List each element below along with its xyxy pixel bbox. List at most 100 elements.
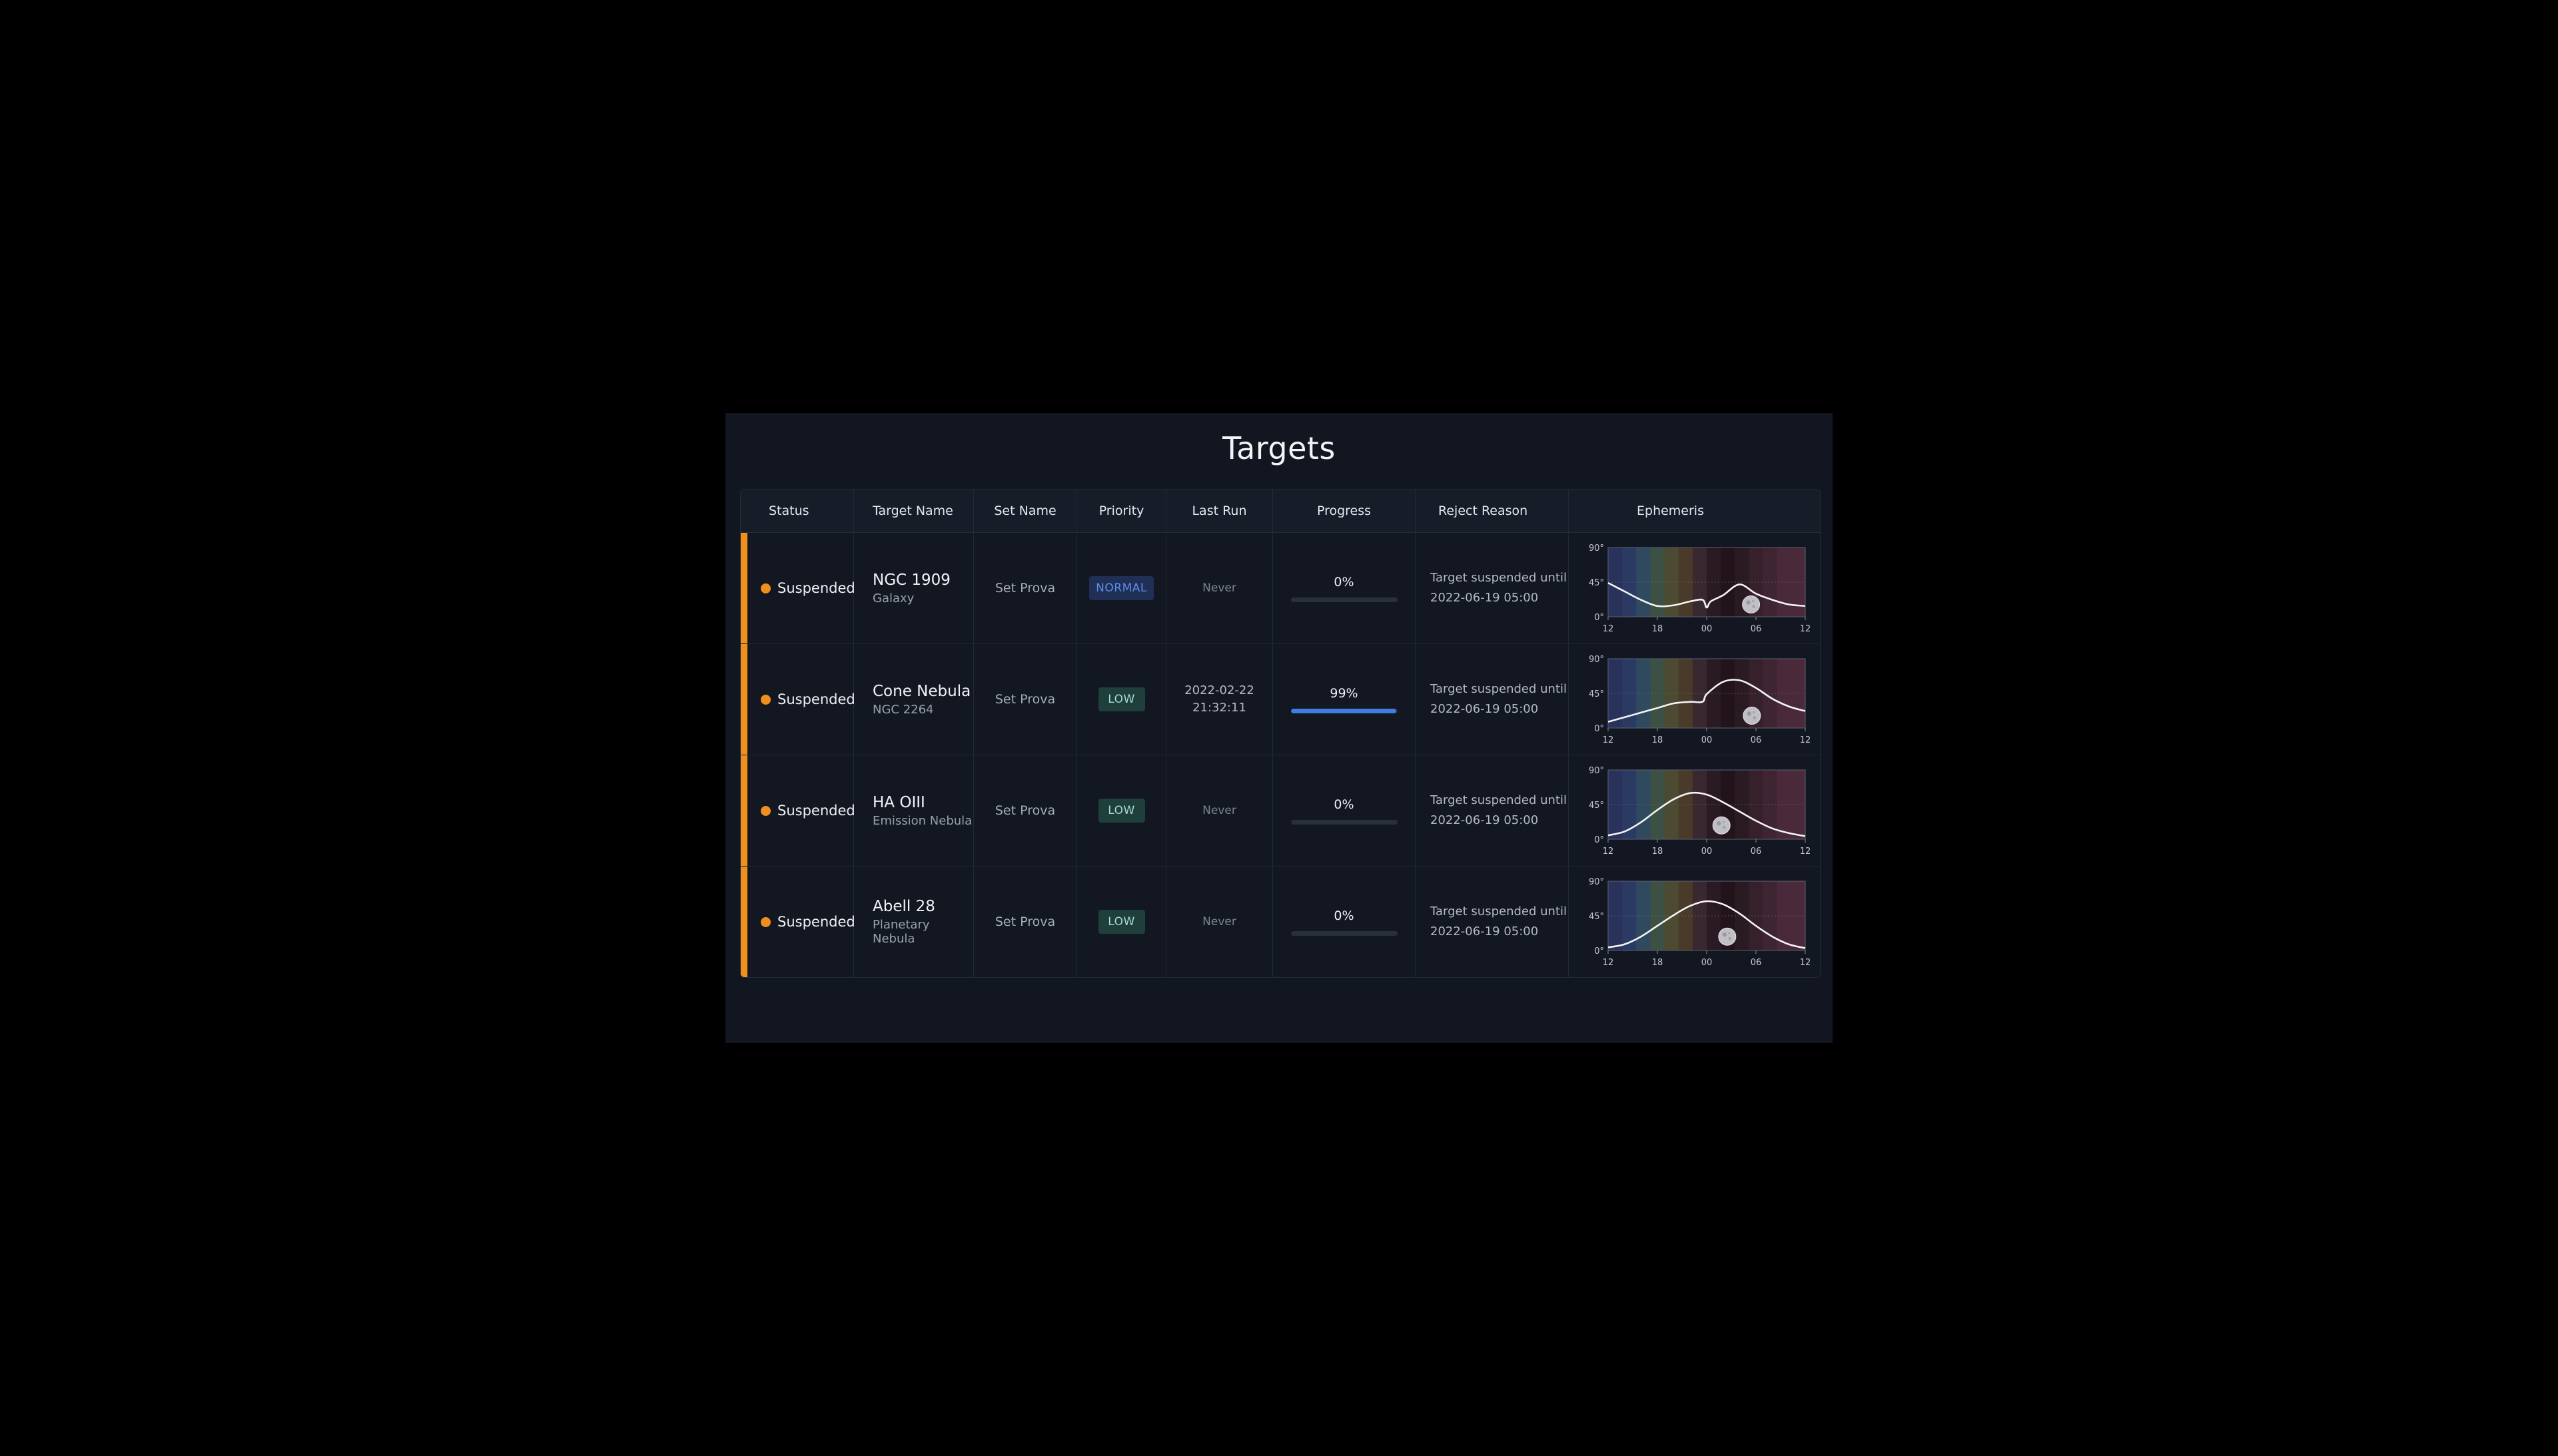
ephemeris-chart[interactable]: 0° 45° 90° 12 18 00 06 12 [1575, 872, 1815, 972]
last-run-line: Never [1202, 581, 1236, 595]
target-type: NGC 2264 [873, 702, 934, 717]
column-header-target-name[interactable]: Target Name [854, 490, 974, 532]
moon-crater [1722, 825, 1726, 829]
reject-reason-line: 2022-06-19 05:00 [1430, 813, 1539, 827]
progress-value: 0% [1334, 574, 1354, 589]
reject-reason: Target suspended until 2022-06-19 05:00 [1430, 791, 1567, 831]
target-type: Emission Nebula [873, 813, 973, 828]
ephemeris-cell: 0° 45° 90° 12 18 00 06 12 [1569, 867, 1820, 977]
priority-badge: LOW [1098, 799, 1145, 823]
last-run-line: 21:32:11 [1192, 701, 1246, 715]
table-header: Status Target Name Set Name Priority Las… [741, 490, 1820, 533]
reject-reason-line: Target suspended until [1430, 905, 1567, 918]
y-tick-label: 0° [1594, 613, 1604, 623]
target-name[interactable]: Abell 28 [873, 898, 973, 915]
status-label: Suspended [777, 691, 855, 707]
sky-band [1748, 770, 1763, 839]
moon-crater [1752, 716, 1756, 719]
progress-bar [1290, 819, 1398, 825]
reject-reason-line: Target suspended until [1430, 682, 1567, 696]
target-name-cell[interactable]: HA OIII Emission Nebula [854, 755, 974, 866]
last-run-cell: 2022-02-22 21:32:11 [1166, 644, 1273, 755]
y-tick-label: 0° [1594, 724, 1604, 734]
column-header-status[interactable]: Status [741, 490, 854, 532]
table-body: Suspended NGC 1909 Galaxy Set Prova NORM… [741, 533, 1820, 977]
target-name[interactable]: HA OIII [873, 794, 972, 811]
table-row[interactable]: Suspended HA OIII Emission Nebula Set Pr… [741, 755, 1820, 867]
priority-cell: LOW [1077, 644, 1166, 755]
reject-reason-line: 2022-06-19 05:00 [1430, 591, 1539, 605]
progress-bar-fill [1290, 708, 1396, 713]
ephemeris-chart[interactable]: 0° 45° 90° 12 18 00 06 12 [1575, 538, 1815, 638]
x-tick-label: 12 [1799, 958, 1811, 968]
x-tick-label: 06 [1750, 847, 1761, 857]
status-label: Suspended [777, 914, 855, 930]
status-label: Suspended [777, 803, 855, 819]
set-name-cell: Set Prova [974, 533, 1077, 643]
last-run-cell: Never [1166, 867, 1273, 977]
column-header-reject-reason[interactable]: Reject Reason [1416, 490, 1569, 532]
status-accent-bar [741, 867, 747, 977]
column-header-set-name[interactable]: Set Name [974, 490, 1077, 532]
column-header-ephemeris[interactable]: Ephemeris [1569, 490, 1820, 532]
target-name[interactable]: NGC 1909 [873, 571, 951, 589]
reject-reason-cell: Target suspended until 2022-06-19 05:00 [1416, 644, 1569, 755]
column-header-priority[interactable]: Priority [1077, 490, 1166, 532]
ephemeris-svg: 0° 45° 90° 12 18 00 06 12 [1588, 766, 1810, 857]
table-row[interactable]: Suspended Abell 28 Planetary Nebula Set … [741, 867, 1820, 977]
sky-band [1720, 547, 1735, 617]
moon-icon [1742, 707, 1761, 725]
x-tick-label: 00 [1701, 958, 1712, 968]
y-tick-label: 90° [1588, 544, 1603, 553]
progress-bar [1290, 930, 1398, 936]
ephemeris-chart[interactable]: 0° 45° 90° 12 18 00 06 12 [1575, 649, 1815, 749]
targets-table: Status Target Name Set Name Priority Las… [740, 489, 1821, 978]
priority-badge: LOW [1098, 687, 1145, 711]
column-header-progress[interactable]: Progress [1273, 490, 1416, 532]
moon-crater [1752, 711, 1755, 714]
x-tick-label: 18 [1651, 624, 1663, 634]
status-cell: Suspended [741, 755, 855, 866]
ephemeris-cell: 0° 45° 90° 12 18 00 06 12 [1569, 644, 1820, 755]
x-tick-label: 18 [1651, 735, 1663, 745]
target-name-cell[interactable]: Cone Nebula NGC 2264 [854, 644, 974, 755]
y-tick-label: 90° [1588, 766, 1603, 776]
status-dot-icon [761, 916, 771, 927]
x-tick-label: 00 [1701, 624, 1712, 634]
progress-value: 0% [1334, 797, 1354, 812]
reject-reason-cell: Target suspended until 2022-06-19 05:00 [1416, 533, 1569, 643]
last-run-line: Never [1202, 804, 1236, 817]
reject-reason: Target suspended until 2022-06-19 05:00 [1430, 679, 1567, 719]
moon-crater [1745, 600, 1751, 605]
target-name[interactable]: Cone Nebula [873, 683, 971, 700]
x-tick-label: 12 [1602, 735, 1613, 745]
priority-cell: LOW [1077, 867, 1166, 977]
table-row[interactable]: Suspended NGC 1909 Galaxy Set Prova NORM… [741, 533, 1820, 644]
reject-reason: Target suspended until 2022-06-19 05:00 [1430, 568, 1567, 608]
ephemeris-chart[interactable]: 0° 45° 90° 12 18 00 06 12 [1575, 761, 1815, 861]
set-name: Set Prova [995, 692, 1056, 707]
reject-reason: Target suspended until 2022-06-19 05:00 [1430, 902, 1567, 942]
target-name-cell[interactable]: NGC 1909 Galaxy [854, 533, 974, 643]
progress-cell: 99% [1273, 644, 1416, 755]
status-accent-bar [741, 755, 747, 866]
column-header-last-run[interactable]: Last Run [1166, 490, 1273, 532]
priority-cell: LOW [1077, 755, 1166, 866]
moon-crater [1747, 711, 1751, 716]
ephemeris-cell: 0° 45° 90° 12 18 00 06 12 [1569, 533, 1820, 643]
status-cell: Suspended [741, 644, 855, 755]
y-tick-label: 90° [1588, 655, 1603, 665]
set-name-cell: Set Prova [974, 644, 1077, 755]
reject-reason-line: Target suspended until [1430, 571, 1567, 585]
progress-value: 0% [1334, 908, 1354, 923]
target-name-cell[interactable]: Abell 28 Planetary Nebula [854, 867, 974, 977]
table-row[interactable]: Suspended Cone Nebula NGC 2264 Set Prova… [741, 644, 1820, 755]
last-run: 2022-02-22 21:32:11 [1184, 682, 1254, 717]
y-tick-label: 90° [1588, 877, 1603, 887]
x-tick-label: 12 [1799, 735, 1811, 745]
moon-crater [1751, 599, 1754, 603]
moon-crater [1727, 932, 1731, 934]
y-tick-label: 45° [1588, 801, 1603, 811]
status-accent-bar [741, 644, 747, 755]
moon-crater [1751, 605, 1755, 608]
